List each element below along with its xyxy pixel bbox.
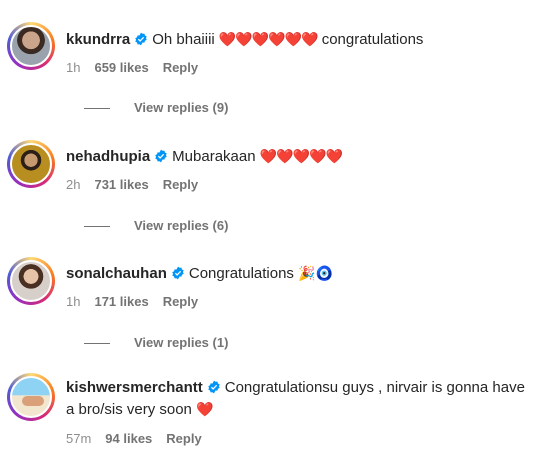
avatar[interactable] xyxy=(7,257,55,305)
comment-line: sonalchauhan Congratulations 🎉🧿 xyxy=(66,263,333,285)
comment-time: 2h xyxy=(66,177,81,192)
comment-emoji: ❤️❤️❤️❤️❤️ xyxy=(259,149,343,165)
likes-count[interactable]: 731 likes xyxy=(94,177,148,192)
comment-line: nehadhupia Mubarakaan ❤️❤️❤️❤️❤️ xyxy=(66,146,343,168)
reply-button[interactable]: Reply xyxy=(163,294,198,309)
verified-badge-icon xyxy=(155,149,167,163)
username[interactable]: nehadhupia xyxy=(66,148,150,165)
reply-button[interactable]: Reply xyxy=(166,431,201,446)
verified-badge-icon xyxy=(135,32,147,46)
comment-meta: 2h 731 likes Reply xyxy=(66,177,212,192)
view-replies-button[interactable]: View replies (1) xyxy=(84,335,228,350)
view-replies-label: View replies (6) xyxy=(134,218,229,233)
comment-line: kkundrra Oh bhaiiii ❤️❤️❤️❤️❤️❤️ congratu… xyxy=(66,29,423,51)
avatar[interactable] xyxy=(7,22,55,70)
comment-emoji: ❤️❤️❤️❤️❤️❤️ xyxy=(218,32,319,48)
likes-count[interactable]: 171 likes xyxy=(94,294,148,309)
comment-text: Congratulations xyxy=(188,265,294,282)
view-replies-button[interactable]: View replies (6) xyxy=(84,218,228,233)
reply-button[interactable]: Reply xyxy=(163,60,198,75)
view-replies-label: View replies (1) xyxy=(134,335,229,350)
likes-count[interactable]: 94 likes xyxy=(105,431,152,446)
avatar[interactable] xyxy=(7,140,55,188)
likes-count[interactable]: 659 likes xyxy=(94,60,148,75)
comment-emoji: 🎉🧿 xyxy=(298,266,333,282)
comment-text: Oh bhaiiii xyxy=(152,31,215,48)
comment-meta: 1h 659 likes Reply xyxy=(66,60,212,75)
verified-badge-icon xyxy=(208,380,220,394)
comment-text-after: congratulations xyxy=(321,31,424,48)
comment-meta: 57m 94 likes Reply xyxy=(66,431,216,446)
view-replies-label: View replies (9) xyxy=(134,100,229,115)
avatar[interactable] xyxy=(7,373,55,421)
username[interactable]: sonalchauhan xyxy=(66,265,167,282)
comment-time: 57m xyxy=(66,431,92,446)
comment-time: 1h xyxy=(66,60,81,75)
comment-emoji: ❤️ xyxy=(196,402,213,418)
comment-meta: 1h 171 likes Reply xyxy=(66,294,212,309)
divider xyxy=(84,226,110,228)
verified-badge-icon xyxy=(172,266,184,280)
username[interactable]: kishwersmerchantt xyxy=(66,379,203,396)
username[interactable]: kkundrra xyxy=(66,31,130,48)
divider xyxy=(84,343,110,345)
reply-button[interactable]: Reply xyxy=(163,177,198,192)
comment-text: Mubarakaan xyxy=(172,148,256,165)
view-replies-button[interactable]: View replies (9) xyxy=(84,100,228,115)
comment-line: kishwersmerchantt Congratulationsu guys ,… xyxy=(66,377,526,421)
divider xyxy=(84,108,110,110)
comment-time: 1h xyxy=(66,294,81,309)
